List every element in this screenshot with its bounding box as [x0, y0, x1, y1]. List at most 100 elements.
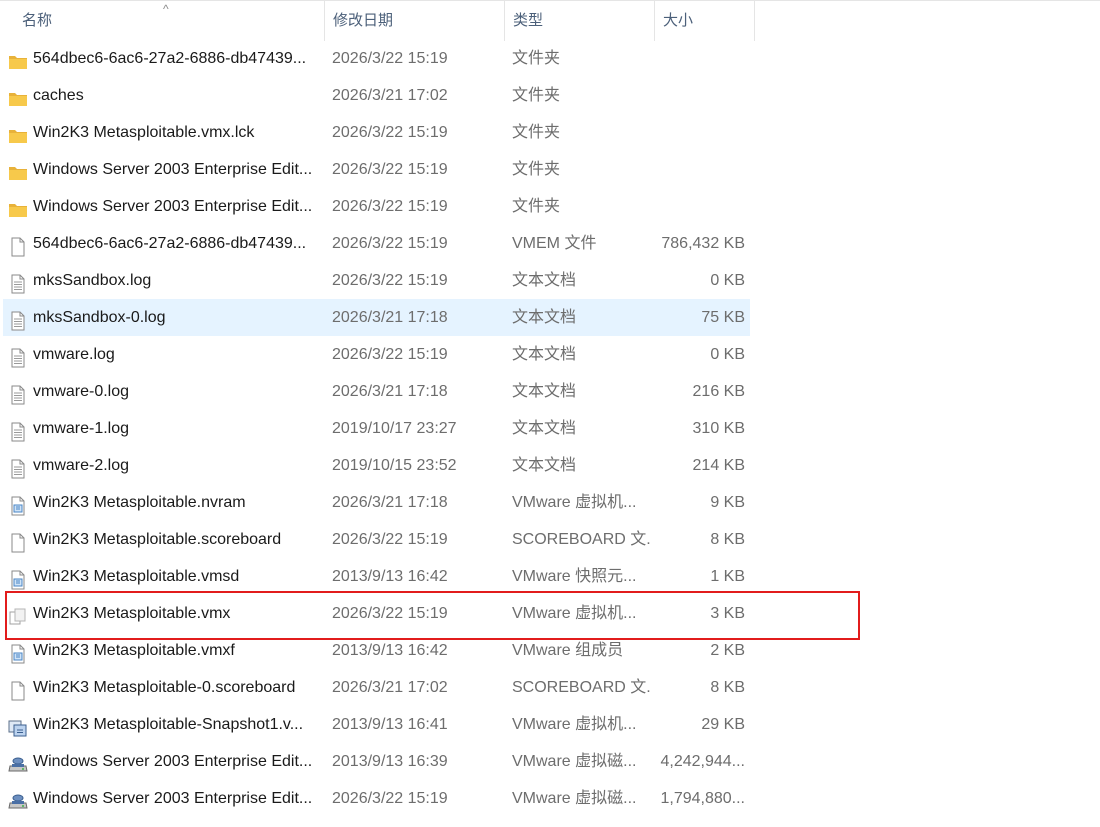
- file-type: SCOREBOARD 文...: [512, 679, 652, 696]
- file-name: 564dbec6-6ac6-27a2-6886-db47439...: [33, 235, 307, 252]
- folder-icon: [8, 197, 28, 217]
- file-modified-date: 2026/3/21 17:02: [332, 87, 448, 104]
- file-modified-date: 2013/9/13 16:42: [332, 568, 448, 585]
- file-name: Win2K3 Metasploitable-Snapshot1.v...: [33, 716, 304, 733]
- file-modified-date: 2013/9/13 16:41: [332, 716, 448, 733]
- column-header-type[interactable]: 类型: [505, 1, 655, 41]
- file-type: 文件夹: [512, 124, 561, 141]
- file-modified-date: 2013/9/13 16:39: [332, 753, 448, 770]
- file-type: 文件夹: [512, 87, 561, 104]
- file-row[interactable]: Windows Server 2003 Enterprise Edit... 20…: [3, 188, 750, 225]
- file-name: Win2K3 Metasploitable.vmsd: [33, 568, 240, 585]
- file-type: 文件夹: [512, 198, 561, 215]
- column-header-date[interactable]: 修改日期: [325, 1, 505, 41]
- file-row[interactable]: Windows Server 2003 Enterprise Edit... 20…: [3, 743, 750, 780]
- file-size: 3 KB: [710, 605, 745, 622]
- file-modified-date: 2026/3/21 17:18: [332, 309, 448, 326]
- file-row[interactable]: Win2K3 Metasploitable.scoreboard 2026/3/2…: [3, 521, 750, 558]
- file-type: SCOREBOARD 文...: [512, 531, 652, 548]
- file-icon: [8, 530, 28, 553]
- file-modified-date: 2026/3/22 15:19: [332, 790, 448, 807]
- file-row[interactable]: vmware-0.log 2026/3/21 17:18 文本文档 216 KB: [3, 373, 750, 410]
- file-row[interactable]: Win2K3 Metasploitable-0.scoreboard 2026/3…: [3, 669, 750, 706]
- file-row[interactable]: Win2K3 Metasploitable-Snapshot1.v... 2013…: [3, 706, 750, 743]
- file-name: Win2K3 Metasploitable.vmx: [33, 605, 231, 622]
- file-size: 310 KB: [692, 420, 745, 437]
- text-file-icon: [8, 271, 28, 294]
- file-row[interactable]: Windows Server 2003 Enterprise Edit... 20…: [3, 151, 750, 188]
- file-row[interactable]: vmware-2.log 2019/10/15 23:52 文本文档 214 KB: [3, 447, 750, 484]
- folder-icon: [8, 160, 28, 180]
- file-name: vmware.log: [33, 346, 115, 363]
- file-row[interactable]: vmware.log 2026/3/22 15:19 文本文档 0 KB: [3, 336, 750, 373]
- file-type: VMware 虚拟机...: [512, 716, 637, 733]
- file-size: 4,242,944...: [660, 753, 745, 770]
- file-row[interactable]: 564dbec6-6ac6-27a2-6886-db47439... 2026/3…: [3, 225, 750, 262]
- file-size: 9 KB: [710, 494, 745, 511]
- file-type: 文本文档: [512, 309, 577, 326]
- file-modified-date: 2019/10/17 23:27: [332, 420, 457, 437]
- file-name: Windows Server 2003 Enterprise Edit...: [33, 790, 313, 807]
- file-row[interactable]: vmware-1.log 2019/10/17 23:27 文本文档 310 KB: [3, 410, 750, 447]
- file-name: Win2K3 Metasploitable.vmxf: [33, 642, 235, 659]
- file-size: 786,432 KB: [661, 235, 745, 252]
- column-header-name[interactable]: 名称: [14, 1, 325, 41]
- file-type: VMware 快照元...: [512, 568, 637, 585]
- file-row[interactable]: caches 2026/3/21 17:02 文件夹: [3, 77, 750, 114]
- file-size: 1,794,880...: [660, 790, 745, 807]
- text-file-icon: [8, 456, 28, 479]
- file-name: Windows Server 2003 Enterprise Edit...: [33, 161, 313, 178]
- file-type: VMEM 文件: [512, 235, 597, 252]
- file-modified-date: 2026/3/21 17:18: [332, 494, 448, 511]
- file-size: [655, 77, 745, 114]
- file-size: 75 KB: [701, 309, 745, 326]
- file-size: [655, 40, 745, 77]
- vmware-file-icon: [8, 567, 28, 590]
- file-name: Win2K3 Metasploitable-0.scoreboard: [33, 679, 296, 696]
- file-size: [655, 188, 745, 225]
- file-modified-date: 2026/3/22 15:19: [332, 235, 448, 252]
- vmware-file-icon: [8, 493, 28, 516]
- file-modified-date: 2026/3/22 15:19: [332, 124, 448, 141]
- file-size: 214 KB: [692, 457, 745, 474]
- file-row[interactable]: mksSandbox-0.log 2026/3/21 17:18 文本文档 75 KB: [3, 299, 750, 336]
- file-type: 文件夹: [512, 161, 561, 178]
- file-type: VMware 虚拟磁...: [512, 753, 637, 770]
- file-row[interactable]: 564dbec6-6ac6-27a2-6886-db47439... 2026/3…: [3, 40, 750, 77]
- file-row[interactable]: Win2K3 Metasploitable.vmsd 2013/9/13 16:4…: [3, 558, 750, 595]
- folder-icon: [8, 123, 28, 143]
- file-type: 文本文档: [512, 383, 577, 400]
- vmx-file-icon: [8, 604, 28, 625]
- file-name: mksSandbox-0.log: [33, 309, 166, 326]
- file-modified-date: 2026/3/22 15:19: [332, 605, 448, 622]
- file-modified-date: 2026/3/22 15:19: [332, 50, 448, 67]
- file-name: vmware-2.log: [33, 457, 130, 474]
- file-modified-date: 2026/3/22 15:19: [332, 198, 448, 215]
- file-row[interactable]: Win2K3 Metasploitable.vmx.lck 2026/3/22 1…: [3, 114, 750, 151]
- file-icon: [8, 678, 28, 701]
- file-modified-date: 2013/9/13 16:42: [332, 642, 448, 659]
- file-name: caches: [33, 87, 84, 104]
- file-size: 0 KB: [710, 346, 745, 363]
- column-header-bar: ^ 名称 修改日期 类型 大小: [0, 0, 1100, 41]
- file-size: 8 KB: [710, 531, 745, 548]
- file-modified-date: 2026/3/21 17:18: [332, 383, 448, 400]
- file-row[interactable]: Win2K3 Metasploitable.vmxf 2013/9/13 16:4…: [3, 632, 750, 669]
- file-modified-date: 2026/3/22 15:19: [332, 161, 448, 178]
- file-type: VMware 虚拟机...: [512, 605, 637, 622]
- file-type: VMware 虚拟机...: [512, 494, 637, 511]
- file-row[interactable]: Win2K3 Metasploitable.nvram 2026/3/21 17:…: [3, 484, 750, 521]
- file-icon: [8, 234, 28, 257]
- file-row[interactable]: Windows Server 2003 Enterprise Edit... 20…: [3, 780, 750, 817]
- column-header-size[interactable]: 大小: [655, 1, 755, 41]
- folder-icon: [8, 86, 28, 106]
- file-row[interactable]: mksSandbox.log 2026/3/22 15:19 文本文档 0 KB: [3, 262, 750, 299]
- file-name: vmware-1.log: [33, 420, 130, 437]
- text-file-icon: [8, 419, 28, 442]
- text-file-icon: [8, 345, 28, 368]
- file-name: Win2K3 Metasploitable.scoreboard: [33, 531, 282, 548]
- text-file-icon: [8, 308, 28, 331]
- file-modified-date: 2019/10/15 23:52: [332, 457, 457, 474]
- file-row[interactable]: Win2K3 Metasploitable.vmx 2026/3/22 15:19…: [3, 595, 750, 632]
- snapshot-file-icon: [8, 715, 28, 737]
